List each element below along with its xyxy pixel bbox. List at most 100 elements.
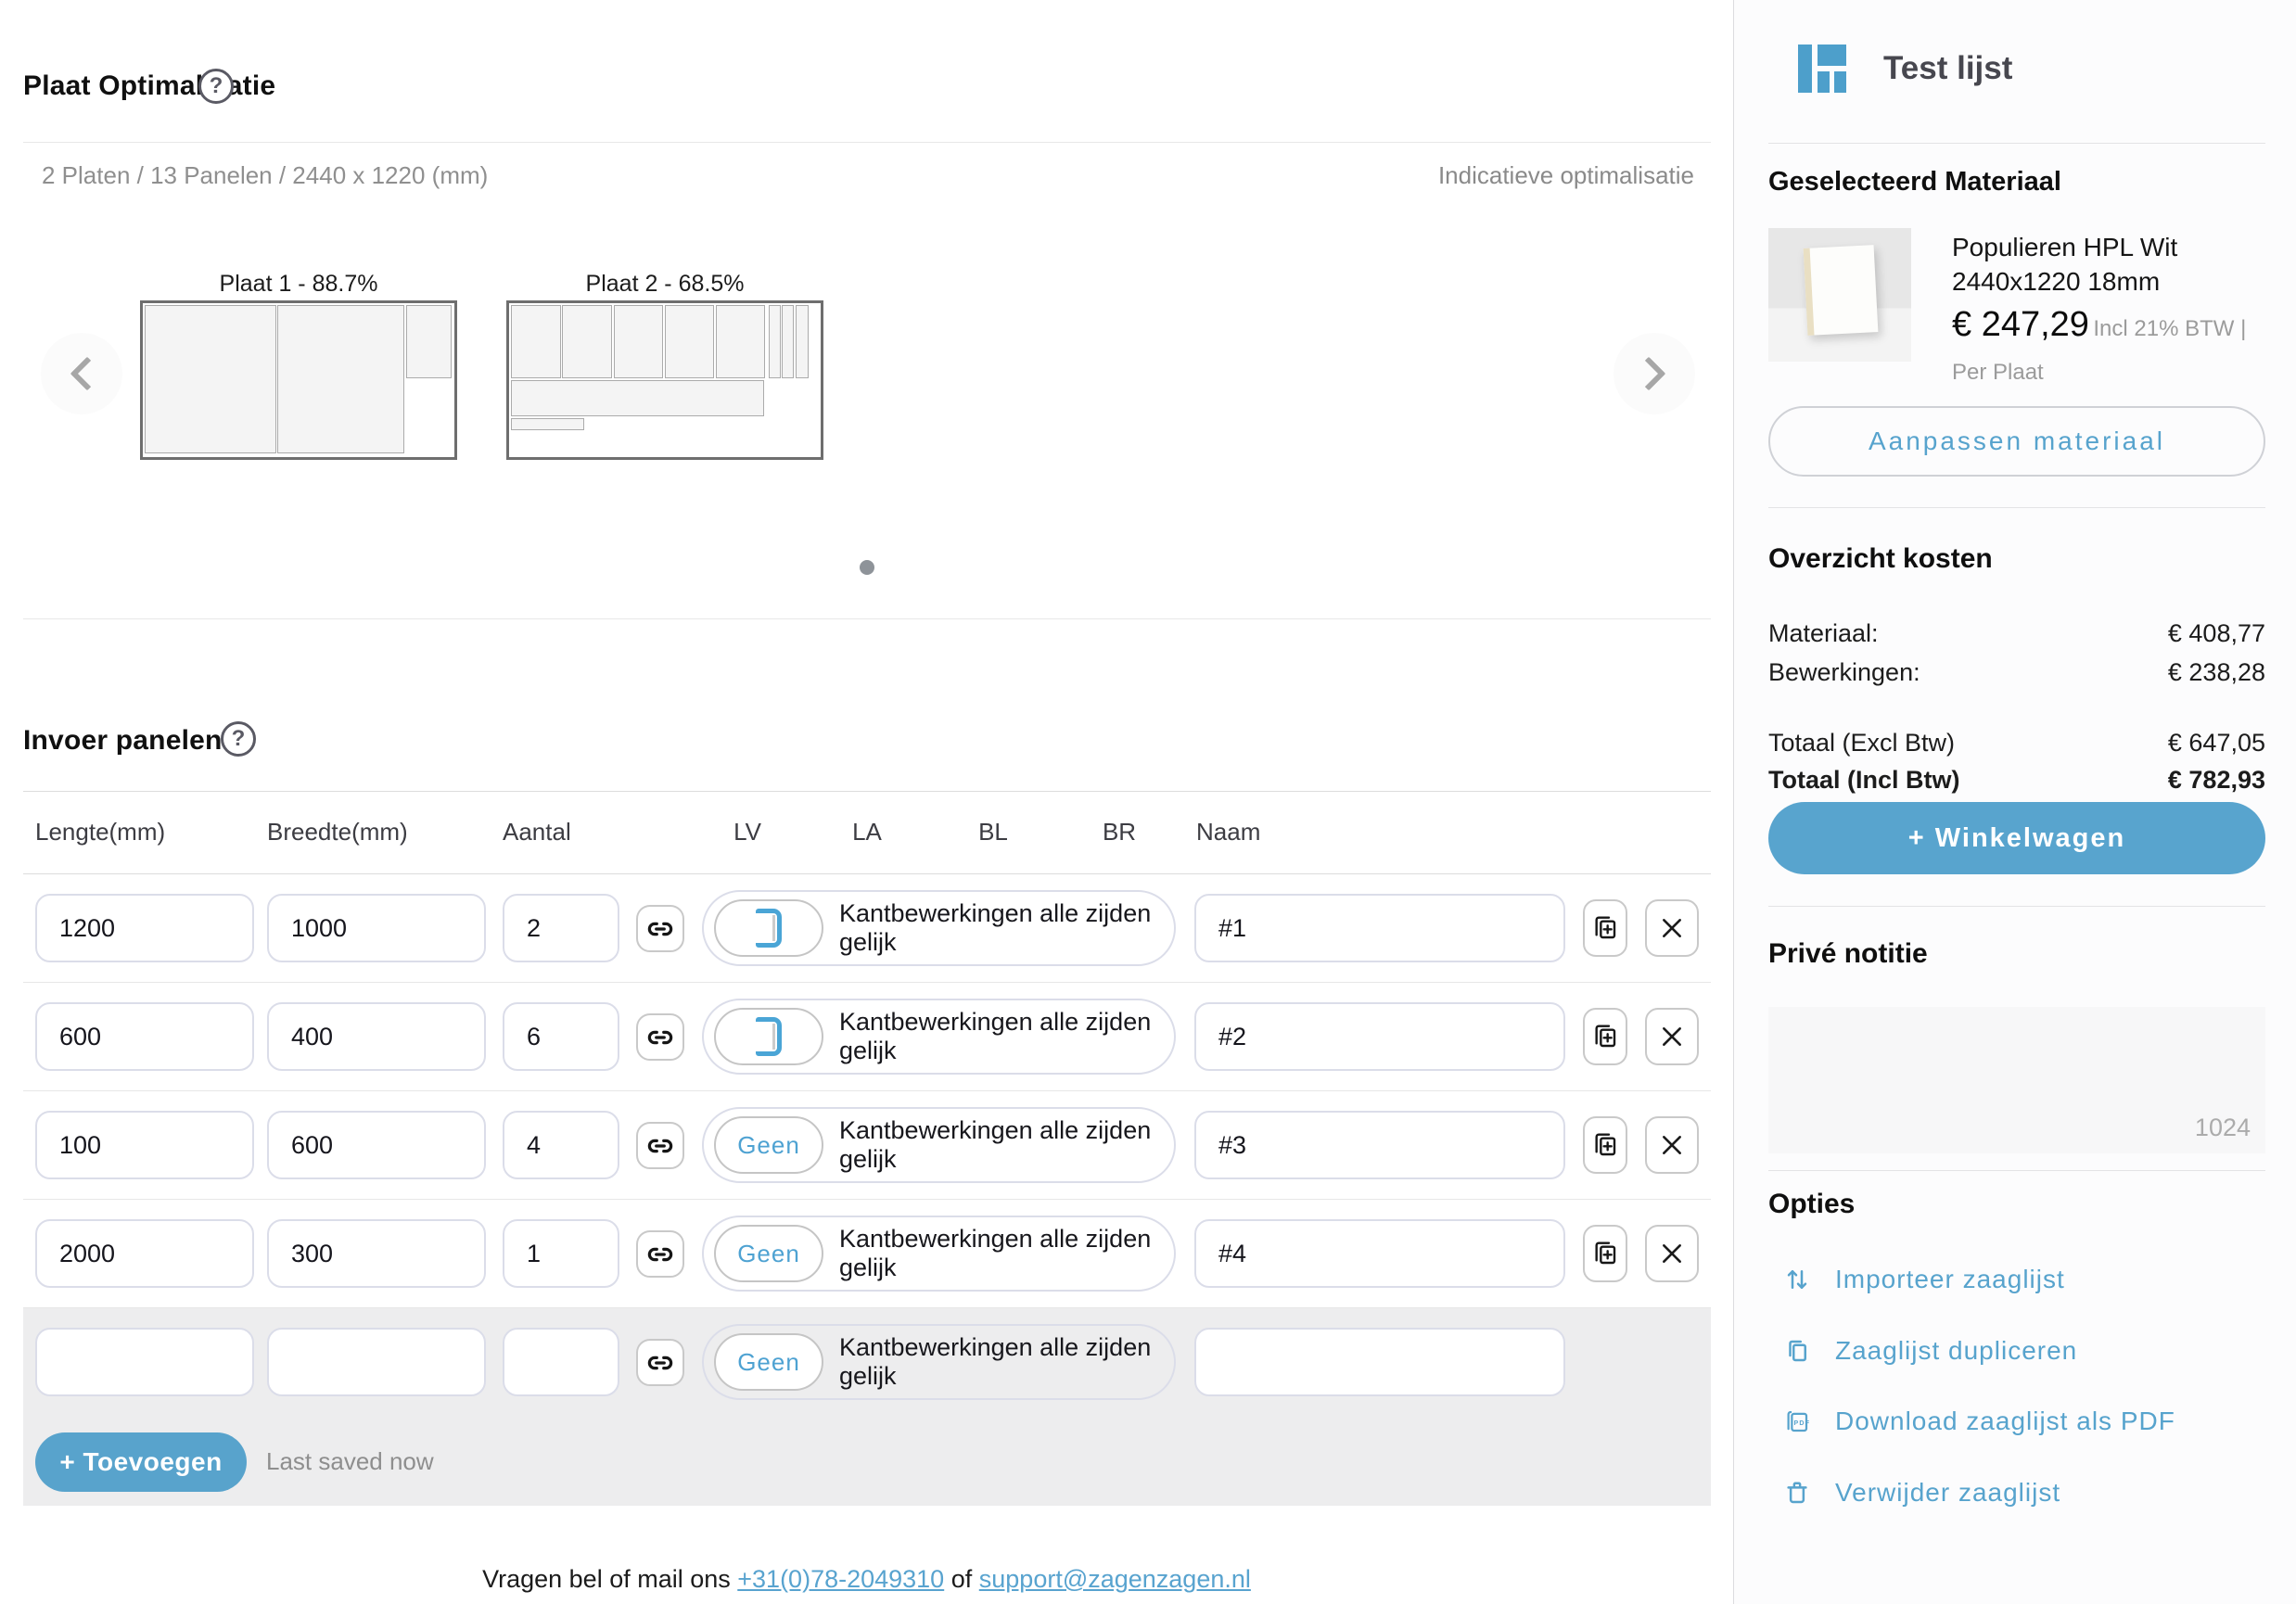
edge-profile-badge [714, 1008, 823, 1065]
link-dimensions-button[interactable] [636, 1122, 684, 1169]
cut-panel [406, 305, 452, 378]
option-label: Zaaglijst dupliceren [1835, 1336, 2077, 1366]
close-icon [1660, 916, 1684, 940]
naam-input[interactable] [1194, 894, 1565, 962]
change-material-button[interactable]: Aanpassen materiaal [1768, 406, 2265, 477]
cost-label: Bewerkingen: [1768, 658, 1920, 692]
edge-profile-badge: Geen [714, 1116, 823, 1174]
trash-icon [1783, 1479, 1811, 1507]
cut-panel [796, 305, 809, 378]
private-note-title: Privé notitie [1768, 938, 1928, 970]
naam-input[interactable] [1194, 1328, 1565, 1396]
close-icon [1660, 1241, 1684, 1266]
pdf-icon: PDF [1783, 1407, 1811, 1435]
edge-none-label: Geen [737, 1348, 800, 1377]
cost-row-totaal-excl: Totaal (Excl Btw) € 647,05 [1768, 729, 2265, 762]
breedte-input[interactable] [267, 1328, 486, 1396]
divider [1768, 143, 2265, 144]
duplicate-row-button[interactable] [1583, 899, 1627, 957]
cut-panel [769, 305, 781, 378]
add-row-button[interactable]: + Toevoegen [35, 1432, 247, 1492]
lengte-input[interactable] [35, 1219, 254, 1288]
cutlist-logo-icon [1798, 45, 1846, 93]
edge-settings-button[interactable]: Geen Kantbewerkingen alle zijden gelijk [702, 1216, 1176, 1292]
naam-input[interactable] [1194, 1219, 1565, 1288]
naam-input[interactable] [1194, 1111, 1565, 1179]
aantal-input[interactable] [503, 1002, 619, 1071]
edge-settings-button[interactable]: Kantbewerkingen alle zijden gelijk [702, 890, 1176, 966]
col-aantal: Aantal [503, 818, 571, 847]
aantal-input[interactable] [503, 1219, 619, 1288]
lengte-input[interactable] [35, 1002, 254, 1071]
naam-input[interactable] [1194, 1002, 1565, 1071]
private-note-input[interactable] [1768, 1007, 2265, 1153]
delete-row-button[interactable] [1645, 1225, 1699, 1282]
duplicate-icon [1590, 913, 1620, 943]
panels-input-help-icon[interactable]: ? [221, 721, 256, 757]
lengte-input[interactable] [35, 894, 254, 962]
col-naam: Naam [1196, 818, 1260, 847]
delete-row-button[interactable] [1645, 1116, 1699, 1174]
edge-settings-label: Kantbewerkingen alle zijden gelijk [839, 1000, 1174, 1073]
material-section-title: Geselecteerd Materiaal [1768, 167, 2061, 197]
cut-panel [782, 305, 794, 378]
panel-row-2: Kantbewerkingen alle zijden gelijk [23, 983, 1711, 1091]
edge-profile-badge: Geen [714, 1333, 823, 1391]
delete-row-button[interactable] [1645, 899, 1699, 957]
carousel-prev-button[interactable] [41, 333, 122, 414]
cut-panel [665, 305, 714, 378]
cost-row-totaal-incl: Totaal (Incl Btw) € 782,93 [1768, 766, 2265, 799]
download-pdf-link[interactable]: PDF Download zaaglijst als PDF [1783, 1403, 2175, 1440]
breedte-input[interactable] [267, 1111, 486, 1179]
last-saved-status: Last saved now [266, 1447, 434, 1476]
optimization-note: Indicatieve optimalisatie [1438, 161, 1694, 190]
breedte-input[interactable] [267, 894, 486, 962]
divider [1768, 1170, 2265, 1171]
link-dimensions-button[interactable] [636, 1339, 684, 1386]
note-char-counter: 1024 [2195, 1114, 2251, 1142]
breedte-input[interactable] [267, 1219, 486, 1288]
edge-settings-label: Kantbewerkingen alle zijden gelijk [839, 1326, 1174, 1398]
edge-settings-label: Kantbewerkingen alle zijden gelijk [839, 1109, 1174, 1181]
aantal-input[interactable] [503, 1111, 619, 1179]
delete-cutlist-link[interactable]: Verwijder zaaglijst [1783, 1474, 2060, 1511]
material-name: Populieren HPL Wit [1952, 230, 2281, 264]
option-label: Verwijder zaaglijst [1835, 1478, 2060, 1508]
lengte-input[interactable] [35, 1111, 254, 1179]
duplicate-cutlist-link[interactable]: Zaaglijst dupliceren [1783, 1332, 2077, 1369]
delete-row-button[interactable] [1645, 1008, 1699, 1065]
edge-settings-button[interactable]: Geen Kantbewerkingen alle zijden gelijk [702, 1107, 1176, 1183]
import-cutlist-link[interactable]: Importeer zaaglijst [1783, 1261, 2065, 1298]
breedte-input[interactable] [267, 1002, 486, 1071]
contact-footer: Vragen bel of mail ons +31(0)78-2049310 … [0, 1565, 1733, 1594]
duplicate-row-button[interactable] [1583, 1225, 1627, 1282]
add-to-cart-button[interactable]: + Winkelwagen [1768, 802, 2265, 874]
edge-settings-button[interactable]: Geen Kantbewerkingen alle zijden gelijk [702, 1324, 1176, 1400]
phone-link[interactable]: +31(0)78-2049310 [737, 1565, 944, 1593]
email-link[interactable]: support@zagenzagen.nl [979, 1565, 1251, 1593]
footer-text: Vragen bel of mail ons [482, 1565, 731, 1593]
duplicate-icon [1590, 1130, 1620, 1160]
aantal-input[interactable] [503, 894, 619, 962]
col-br: BR [1103, 818, 1136, 847]
carousel-page-dot[interactable] [860, 560, 874, 575]
lengte-input[interactable] [35, 1328, 254, 1396]
duplicate-row-button[interactable] [1583, 1116, 1627, 1174]
edge-settings-button[interactable]: Kantbewerkingen alle zijden gelijk [702, 999, 1176, 1075]
list-title: Test lijst [1883, 50, 2012, 87]
cut-panel [716, 305, 765, 378]
footer-text: of [951, 1565, 973, 1593]
cost-value: € 238,28 [2168, 658, 2265, 692]
link-dimensions-button[interactable] [636, 905, 684, 952]
panel-row-1: Kantbewerkingen alle zijden gelijk [23, 874, 1711, 983]
edge-none-label: Geen [737, 1240, 800, 1268]
optimization-help-icon[interactable]: ? [198, 69, 234, 104]
col-lv: LV [733, 818, 761, 847]
carousel-next-button[interactable] [1614, 333, 1695, 414]
link-dimensions-button[interactable] [636, 1013, 684, 1061]
link-icon [646, 1024, 674, 1051]
duplicate-row-button[interactable] [1583, 1008, 1627, 1065]
link-dimensions-button[interactable] [636, 1230, 684, 1278]
panel-row-4: Geen Kantbewerkingen alle zijden gelijk [23, 1200, 1711, 1308]
aantal-input[interactable] [503, 1328, 619, 1396]
